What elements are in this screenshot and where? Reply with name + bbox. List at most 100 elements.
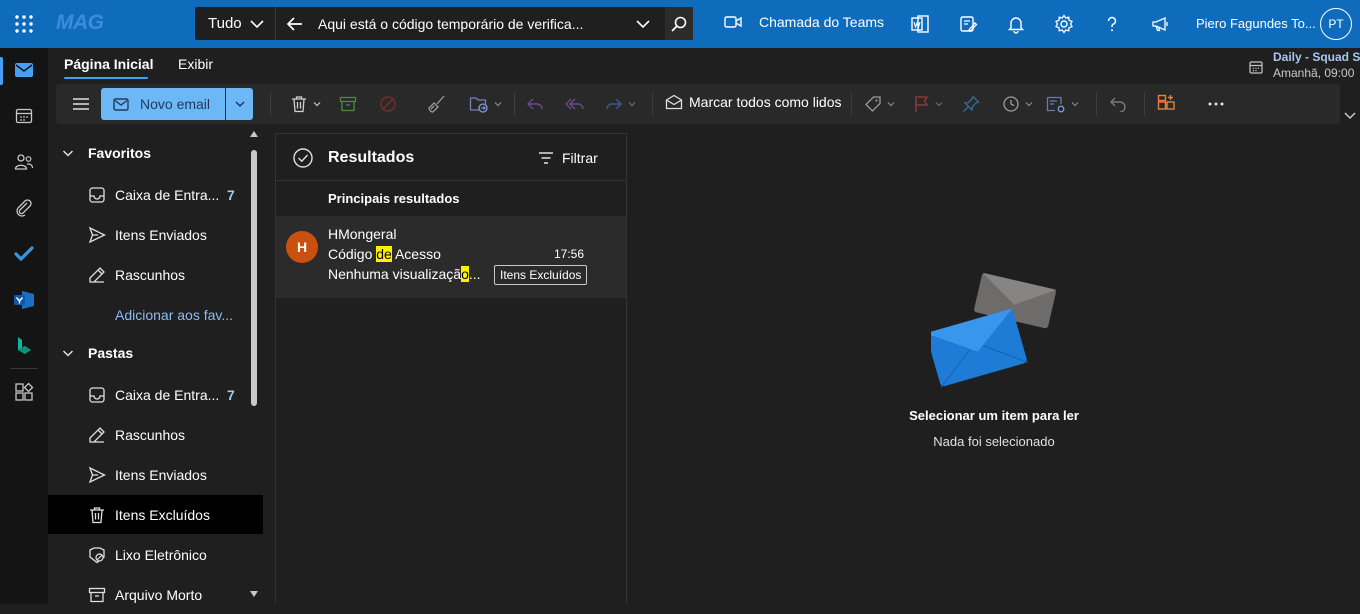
search-input[interactable] — [318, 7, 618, 40]
ribbon-expand-chevron-icon[interactable] — [1343, 110, 1357, 122]
folder-item-junk[interactable]: Lixo Eletrônico — [48, 536, 263, 574]
brand-logo[interactable]: MAG — [56, 11, 104, 35]
new-mail-button[interactable]: Novo email — [101, 88, 225, 120]
report-block-icon[interactable] — [379, 94, 397, 114]
bookings-icon[interactable] — [12, 334, 36, 358]
teams-call-button[interactable]: Chamada do Teams — [724, 14, 884, 30]
mail-icon[interactable] — [12, 58, 36, 82]
chevron-down-icon — [249, 16, 265, 32]
gear-icon[interactable] — [1054, 14, 1074, 34]
preview-text: Nenhuma visualizaçã — [328, 266, 462, 282]
folder-item-deleted[interactable]: Itens Excluídos — [48, 495, 263, 534]
folder-item-favorites-sent[interactable]: Itens Enviados — [48, 216, 263, 254]
todo-check-icon[interactable] — [12, 242, 36, 266]
folder-item-drafts[interactable]: Rascunhos — [48, 416, 263, 454]
ribbon-toolbar: Novo email Marcar todos como lidos — [56, 84, 1340, 124]
archive-icon — [87, 585, 107, 605]
snooze-button[interactable] — [1002, 94, 1034, 114]
filter-button[interactable]: Filtrar — [538, 150, 598, 166]
more-apps-icon[interactable] — [12, 380, 36, 404]
rules-button[interactable] — [1046, 94, 1080, 114]
categorize-button[interactable] — [864, 94, 896, 114]
folder-label: Caixa de Entra... — [115, 387, 220, 403]
tag-icon — [865, 96, 881, 112]
app-launcher-icon[interactable] — [14, 14, 34, 34]
search-highlight: de — [376, 246, 392, 262]
help-icon[interactable] — [1102, 14, 1122, 34]
message-preview: Nenhuma visualização... — [328, 266, 481, 282]
move-to-button[interactable] — [469, 94, 503, 114]
trash-icon — [292, 96, 306, 113]
top-results-heading: Principais resultados — [328, 191, 460, 206]
back-arrow-icon[interactable] — [285, 14, 305, 34]
app-rail — [0, 48, 48, 604]
yammer-icon[interactable] — [12, 288, 36, 312]
favorites-header[interactable]: Favoritos — [62, 145, 151, 161]
forward-icon — [606, 98, 622, 110]
tab-home[interactable]: Página Inicial — [64, 56, 153, 72]
office-word-icon[interactable] — [910, 14, 930, 34]
search-box: Tudo — [195, 7, 693, 40]
flag-button[interactable] — [914, 94, 944, 114]
pencil-icon — [87, 425, 107, 445]
people-icon[interactable] — [12, 150, 36, 174]
reply-all-icon[interactable] — [565, 94, 585, 114]
reply-icon[interactable] — [526, 94, 544, 114]
message-item[interactable]: H HMongeral Código de Acesso 17:56 Nenhu… — [276, 216, 626, 298]
chevron-down-icon — [1071, 102, 1079, 107]
add-favorite-link[interactable]: Adicionar aos fav... — [48, 296, 263, 334]
folder-item-favorites-inbox[interactable]: Caixa de Entra... 7 — [48, 176, 263, 214]
search-options-chevron-icon[interactable] — [635, 16, 651, 32]
tab-view[interactable]: Exibir — [178, 56, 213, 72]
ribbon-tabs: Página Inicial Exibir Daily - Squad Simp… — [48, 48, 1360, 84]
search-scope-label: Tudo — [208, 15, 242, 32]
search-button[interactable] — [665, 7, 693, 40]
forward-button[interactable] — [605, 94, 637, 114]
mark-all-read-button[interactable]: Marcar todos como lidos — [665, 94, 842, 110]
unread-count: 7 — [227, 187, 235, 203]
folder-item-sent[interactable]: Itens Enviados — [48, 456, 263, 494]
user-name[interactable]: Piero Fagundes To... — [1196, 16, 1316, 31]
folder-item-inbox[interactable]: Caixa de Entra... 7 — [48, 376, 263, 414]
user-avatar[interactable]: PT — [1320, 8, 1352, 40]
open-envelope-icon — [665, 94, 683, 110]
chevron-down-icon — [1025, 102, 1033, 107]
delete-button[interactable] — [290, 94, 322, 114]
more-options-icon[interactable] — [1208, 94, 1224, 114]
sweep-broom-icon[interactable] — [427, 94, 447, 114]
add-favorite-label: Adicionar aos fav... — [115, 307, 234, 323]
search-icon — [671, 16, 687, 32]
message-time: 17:56 — [554, 247, 585, 261]
calendar-icon[interactable] — [12, 104, 36, 128]
clock-icon — [1003, 96, 1019, 112]
folder-item-archive[interactable]: Arquivo Morto — [48, 576, 263, 614]
folders-header[interactable]: Pastas — [62, 345, 133, 361]
inbox-icon — [87, 385, 107, 405]
new-mail-label: Novo email — [140, 96, 211, 112]
calendar-icon — [1249, 60, 1263, 74]
message-list-header: Resultados Filtrar — [276, 134, 626, 181]
empty-mailbox-illustration — [931, 273, 1057, 397]
notes-edit-icon[interactable] — [958, 14, 978, 34]
chevron-down-icon — [234, 101, 245, 108]
archive-icon[interactable] — [339, 94, 357, 114]
apps-add-in-icon[interactable] — [1157, 94, 1177, 114]
toolbar-divider — [652, 92, 653, 116]
video-camera-icon — [724, 16, 742, 28]
select-all-circle-icon[interactable] — [292, 147, 314, 169]
scroll-up-arrow-icon[interactable] — [250, 131, 258, 137]
feedback-megaphone-icon[interactable] — [1150, 14, 1170, 34]
undo-icon[interactable] — [1109, 94, 1127, 114]
hamburger-menu-icon[interactable] — [72, 94, 90, 114]
new-mail-dropdown-button[interactable] — [226, 88, 253, 120]
folder-item-favorites-drafts[interactable]: Rascunhos — [48, 256, 263, 294]
top-bar: MAG Tudo Chamada do Teams — [0, 0, 1360, 48]
pin-icon[interactable] — [962, 94, 980, 114]
folder-scrollbar-thumb[interactable] — [251, 150, 257, 406]
mail-icon — [113, 97, 129, 111]
folder-label: Itens Enviados — [115, 227, 207, 243]
scroll-down-arrow-icon[interactable] — [250, 591, 258, 597]
message-sender: HMongeral — [328, 226, 397, 242]
attachment-paperclip-icon[interactable] — [12, 196, 36, 220]
bell-icon[interactable] — [1006, 14, 1026, 34]
